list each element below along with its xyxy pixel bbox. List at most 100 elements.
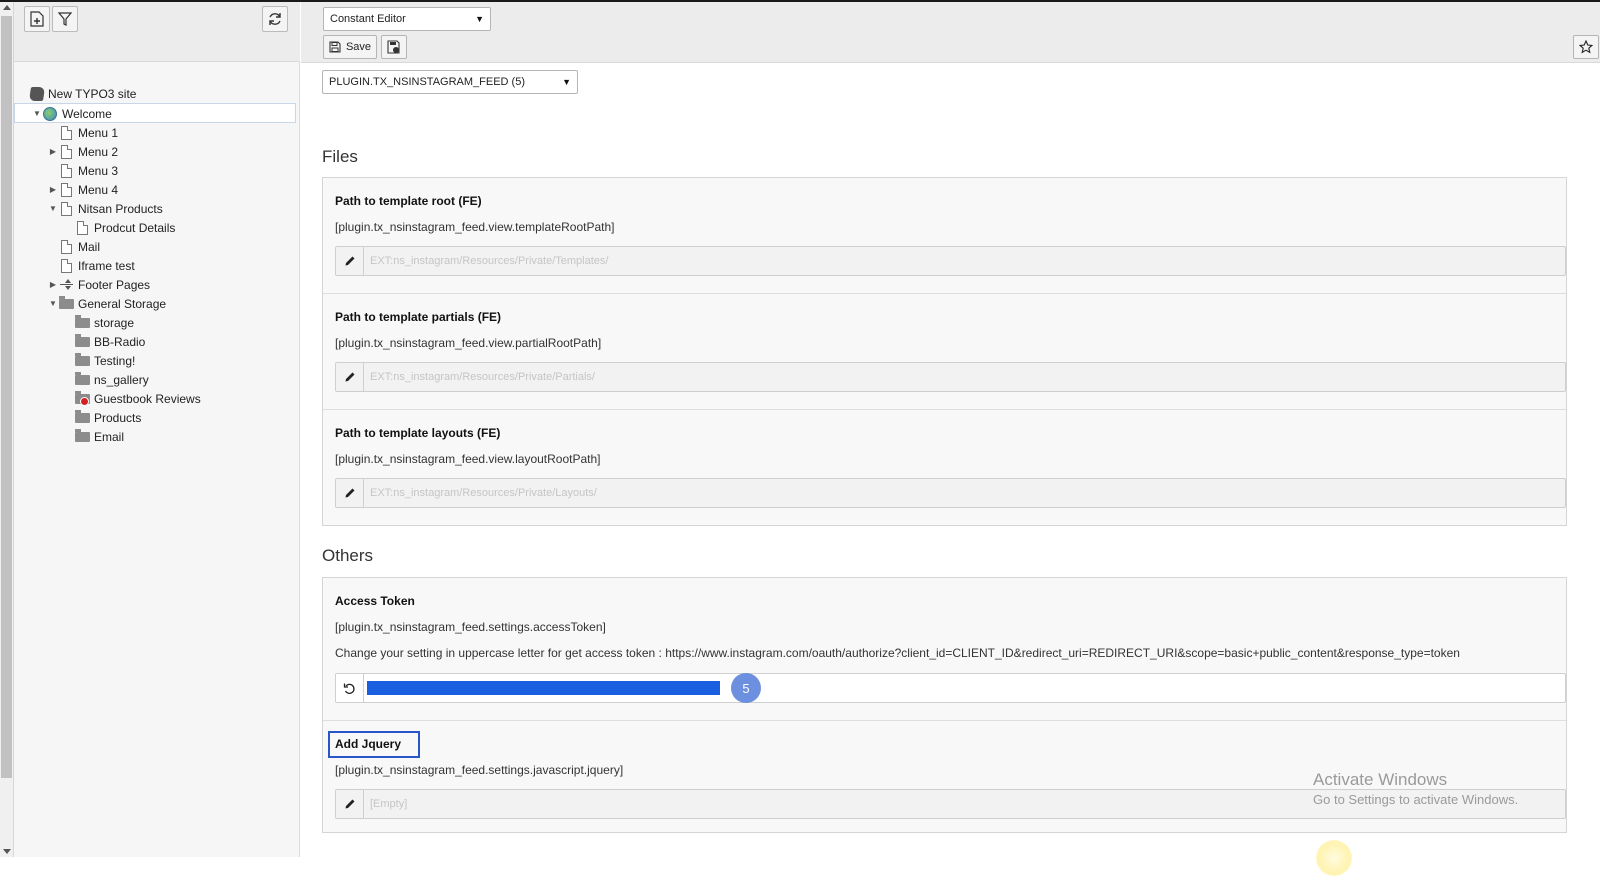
page-icon [58, 258, 74, 274]
page-icon [58, 201, 74, 217]
expand-toggle-icon[interactable]: ▶ [48, 147, 58, 156]
folder-icon [74, 314, 90, 331]
tree-item-label: ns_gallery [94, 372, 149, 387]
category-select[interactable]: PLUGIN.TX_NSINSTAGRAM_FEED (5) ▼ [322, 70, 578, 94]
folder-icon [74, 352, 90, 369]
field-key: [plugin.tx_nsinstagram_feed.view.layoutR… [335, 452, 601, 466]
tree-item-general-storage[interactable]: ▼ General Storage [48, 294, 166, 313]
tree-item-label: Menu 3 [78, 163, 119, 178]
tutorial-highlight-box [328, 731, 420, 758]
input-placeholder: EXT:ns_instagram/Resources/Private/Parti… [370, 371, 595, 383]
tree-item-label: storage [94, 315, 135, 330]
input-placeholder: EXT:ns_instagram/Resources/Private/Layou… [370, 487, 597, 499]
chevron-down-icon: ▼ [475, 14, 484, 24]
field-title: Path to template partials (FE) [335, 310, 502, 324]
tree-item-menu-1[interactable]: Menu 1 [48, 123, 118, 142]
filter-button[interactable] [52, 6, 78, 32]
page-icon [74, 220, 90, 236]
category-select-value: PLUGIN.TX_NSINSTAGRAM_FEED (5) [329, 76, 525, 88]
scrollbar-thumb[interactable] [1, 16, 12, 778]
field-template-root: Path to template root (FE) [plugin.tx_ns… [323, 178, 1566, 294]
star-icon [1579, 40, 1593, 54]
tree-item-menu-4[interactable]: ▶ Menu 4 [48, 180, 118, 199]
field-title: Path to template layouts (FE) [335, 426, 501, 440]
activate-windows-title: Activate Windows [1313, 770, 1448, 789]
folder-icon [74, 333, 90, 350]
expand-toggle-icon[interactable]: ▶ [48, 280, 58, 289]
scroll-up-arrow-icon[interactable] [3, 5, 11, 10]
page-icon [58, 182, 74, 198]
expand-toggle-icon[interactable]: ▶ [48, 185, 58, 194]
tree-item-guestbook-reviews[interactable]: Guestbook Reviews [64, 389, 201, 408]
field-key: [plugin.tx_nsinstagram_feed.settings.jav… [335, 763, 624, 777]
tree-item-label: Testing! [94, 353, 136, 368]
tree-item-email[interactable]: Email [64, 427, 124, 446]
tree-item-label: BB-Radio [94, 334, 146, 349]
expand-toggle-icon[interactable]: ▼ [48, 299, 58, 308]
folder-icon [58, 295, 74, 312]
tree-item-label: General Storage [78, 296, 167, 311]
save-button[interactable]: Save [323, 35, 377, 59]
tree-item-iframe-test[interactable]: Iframe test [48, 256, 135, 275]
tree-item-label: Email [94, 429, 125, 444]
tree-item-nitsan-products[interactable]: ▼ Nitsan Products [48, 199, 163, 218]
section-title-files: Files [322, 147, 358, 166]
tree-item-menu-2[interactable]: ▶ Menu 2 [48, 142, 118, 161]
bookmark-button[interactable] [1573, 35, 1599, 59]
tree-item-bb-radio[interactable]: BB-Radio [64, 332, 145, 351]
tree-item-welcome[interactable]: ▼ Welcome [32, 104, 112, 123]
tree-item-storage[interactable]: storage [64, 313, 134, 332]
filter-icon [58, 12, 72, 26]
template-partials-input[interactable]: EXT:ns_instagram/Resources/Private/Parti… [335, 362, 1566, 392]
edit-value-button[interactable] [336, 790, 364, 818]
page-icon [58, 125, 74, 141]
edit-value-button[interactable] [336, 247, 364, 275]
module-function-select[interactable]: Constant Editor ▼ [323, 7, 491, 31]
access-token-input[interactable] [335, 673, 1566, 703]
tree-item-label: Iframe test [78, 258, 135, 273]
field-access-token: Access Token [plugin.tx_nsinstagram_feed… [323, 578, 1566, 721]
page-icon [58, 144, 74, 160]
field-key: [plugin.tx_nsinstagram_feed.view.partial… [335, 336, 602, 350]
expand-toggle-icon[interactable]: ▼ [48, 204, 58, 213]
pencil-icon [345, 372, 354, 382]
scroll-down-arrow-icon[interactable] [3, 849, 11, 854]
expand-toggle-icon[interactable]: ▼ [32, 109, 42, 118]
save-and-close-button[interactable] [381, 35, 407, 59]
edit-value-button[interactable] [336, 479, 364, 507]
tree-item-footer-pages[interactable]: ▶ Footer Pages [48, 275, 150, 294]
page-tree-panel: New TYPO3 site ▼ Welcome Menu 1 ▶ Menu 2… [14, 2, 300, 857]
tree-item-label: Welcome [62, 106, 112, 121]
tree-item-mail[interactable]: Mail [48, 237, 100, 256]
tree-root-label: New TYPO3 site [48, 87, 137, 101]
section-title-others: Others [322, 546, 374, 565]
tree-item-label: Prodcut Details [94, 220, 176, 235]
new-page-button[interactable] [24, 6, 50, 32]
template-layouts-input[interactable]: EXT:ns_instagram/Resources/Private/Layou… [335, 478, 1566, 508]
refresh-icon [269, 13, 281, 25]
restricted-folder-icon [74, 390, 90, 407]
tree-item-label: Guestbook Reviews [94, 391, 201, 406]
edit-value-button[interactable] [336, 363, 364, 391]
refresh-tree-button[interactable] [262, 6, 288, 32]
tree-scrollbar[interactable] [0, 2, 14, 857]
files-panel: Path to template root (FE) [plugin.tx_ns… [322, 177, 1567, 526]
input-placeholder: EXT:ns_instagram/Resources/Private/Templ… [370, 255, 609, 267]
template-root-input[interactable]: EXT:ns_instagram/Resources/Private/Templ… [335, 246, 1566, 276]
tree-item-menu-3[interactable]: Menu 3 [48, 161, 118, 180]
tree-item-testing[interactable]: Testing! [64, 351, 135, 370]
pencil-icon [345, 256, 354, 266]
tree-item-label: Menu 1 [78, 125, 119, 140]
tree-item-products[interactable]: Products [64, 408, 141, 427]
tree-item-ns-gallery[interactable]: ns_gallery [64, 370, 149, 389]
tree-item-prodcut-details[interactable]: Prodcut Details [64, 218, 175, 237]
field-title: Access Token [335, 594, 415, 608]
module-docheader: Constant Editor ▼ Save [301, 2, 1600, 63]
step-badge: 5 [731, 673, 761, 703]
module-function-value: Constant Editor [330, 13, 406, 25]
selected-text-highlight [367, 681, 720, 695]
reset-value-button[interactable] [336, 674, 364, 702]
undo-icon [343, 683, 355, 694]
typo3-logo-icon [29, 87, 45, 101]
tree-root-node[interactable]: New TYPO3 site [29, 85, 137, 103]
